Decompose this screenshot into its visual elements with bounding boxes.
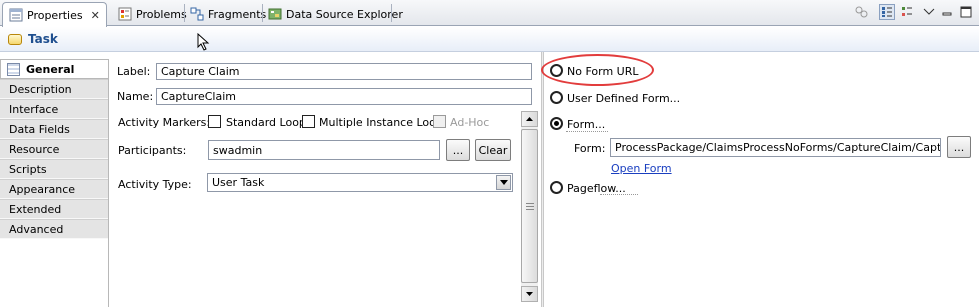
standard-loop-checkbox[interactable] — [208, 115, 221, 128]
categories-icon[interactable] — [879, 4, 895, 20]
sidebar-item-advanced[interactable]: Advanced — [0, 219, 108, 239]
sidebar-item-label: Extended — [9, 202, 62, 216]
form-radio[interactable] — [550, 117, 563, 130]
sidebar-item-appearance[interactable]: Appearance — [0, 179, 108, 199]
participants-caption: Participants: — [118, 144, 187, 157]
sidebar-item-description[interactable]: Description — [0, 79, 108, 99]
tab-label: Problems — [136, 7, 187, 21]
tab-separator — [391, 4, 392, 22]
activity-type-select[interactable]: User Task — [207, 173, 513, 192]
grip-line — [526, 203, 534, 204]
vertical-scrollbar[interactable] — [521, 111, 538, 302]
fragments-icon — [190, 7, 204, 21]
ad-hoc-checkbox — [433, 115, 446, 128]
tab-data-source-explorer[interactable]: Data Source Explorer — [262, 2, 409, 26]
grip-line — [526, 206, 534, 207]
page-title: Task — [28, 32, 58, 46]
tab-problems[interactable]: Problems — [112, 2, 193, 26]
grip-line — [526, 209, 534, 210]
scroll-thumb[interactable] — [521, 129, 538, 283]
sidebar-item-label: General — [26, 62, 75, 76]
name-field[interactable]: CaptureClaim — [156, 88, 532, 105]
sidebar-item-data-fields[interactable]: Data Fields — [0, 119, 108, 139]
scroll-down-icon[interactable] — [521, 286, 538, 302]
properties-title-bar: Task — [0, 27, 979, 52]
filter-icon[interactable] — [899, 4, 915, 20]
participants-field[interactable]: swadmin — [208, 140, 440, 160]
activity-markers-caption: Activity Markers: — [118, 116, 211, 129]
sidebar-item-label: Scripts — [9, 162, 47, 176]
sidebar-item-interface[interactable]: Interface — [0, 99, 108, 119]
sidebar-item-label: Advanced — [9, 222, 64, 236]
sash-divider[interactable] — [541, 52, 544, 307]
tab-fragments[interactable]: Fragments — [184, 2, 272, 26]
participants-browse-button[interactable]: ... — [446, 139, 470, 161]
sidebar-item-label: Resource — [9, 142, 60, 156]
sidebar-item-label: Description — [9, 82, 72, 96]
tab-properties[interactable]: Properties ✕ — [2, 2, 107, 27]
sidebar-item-scripts[interactable]: Scripts — [0, 159, 108, 179]
data-source-icon — [268, 7, 282, 21]
close-icon[interactable]: ✕ — [91, 9, 100, 22]
minimize-icon[interactable] — [939, 4, 955, 20]
multiple-instance-loop-label: Multiple Instance Loop — [319, 116, 443, 129]
maximize-icon[interactable] — [958, 4, 974, 20]
chevron-down-icon[interactable] — [496, 175, 511, 190]
tab-label: Fragments — [208, 7, 267, 21]
ad-hoc-label: Ad-Hoc — [450, 116, 490, 129]
open-form-link[interactable]: Open Form — [611, 162, 672, 175]
form-path-field[interactable]: ProcessPackage/ClaimsProcessNoForms/Capt… — [610, 138, 941, 157]
sidebar-border — [108, 59, 109, 307]
tab-label: Properties — [27, 8, 83, 22]
standard-loop-label: Standard Loop — [226, 116, 306, 129]
sidebar-item-extended[interactable]: Extended — [0, 199, 108, 219]
focus-indicator — [566, 131, 608, 132]
general-icon — [7, 62, 20, 76]
form-browse-button[interactable]: ... — [947, 136, 971, 158]
clear-button[interactable]: Clear — [475, 139, 511, 161]
sidebar-item-resource[interactable]: Resource — [0, 139, 108, 159]
sync-icon[interactable] — [853, 4, 869, 20]
sidebar-item-label: Appearance — [9, 182, 76, 196]
task-icon — [8, 33, 22, 45]
label-field[interactable]: Capture Claim — [156, 63, 532, 80]
problems-icon — [118, 7, 132, 21]
view-menu-icon[interactable] — [921, 4, 937, 20]
properties-sidebar: General Description Interface Data Field… — [0, 59, 108, 307]
name-caption: Name: — [117, 90, 154, 103]
pageflow-radio[interactable] — [550, 181, 563, 194]
highlight-annotation — [541, 54, 654, 86]
user-defined-form-radio[interactable] — [550, 91, 563, 104]
user-defined-form-label: User Defined Form... — [567, 92, 681, 105]
properties-icon — [9, 8, 23, 22]
sidebar-item-label: Data Fields — [9, 122, 70, 136]
form-caption: Form: — [574, 142, 606, 155]
scroll-up-icon[interactable] — [521, 111, 538, 127]
view-tab-bar: Properties ✕ Problems Fragments Data Sou… — [0, 0, 979, 27]
form-option-label: Form... — [567, 118, 606, 131]
activity-type-caption: Activity Type: — [118, 178, 192, 191]
pageflow-dotted-line — [600, 194, 638, 195]
mouse-pointer-icon — [197, 33, 210, 51]
sidebar-item-label: Interface — [9, 102, 59, 116]
label-caption: Label: — [117, 65, 151, 78]
sidebar-item-general[interactable]: General — [0, 59, 108, 79]
multiple-instance-loop-checkbox[interactable] — [302, 115, 315, 128]
tab-label: Data Source Explorer — [286, 7, 403, 21]
